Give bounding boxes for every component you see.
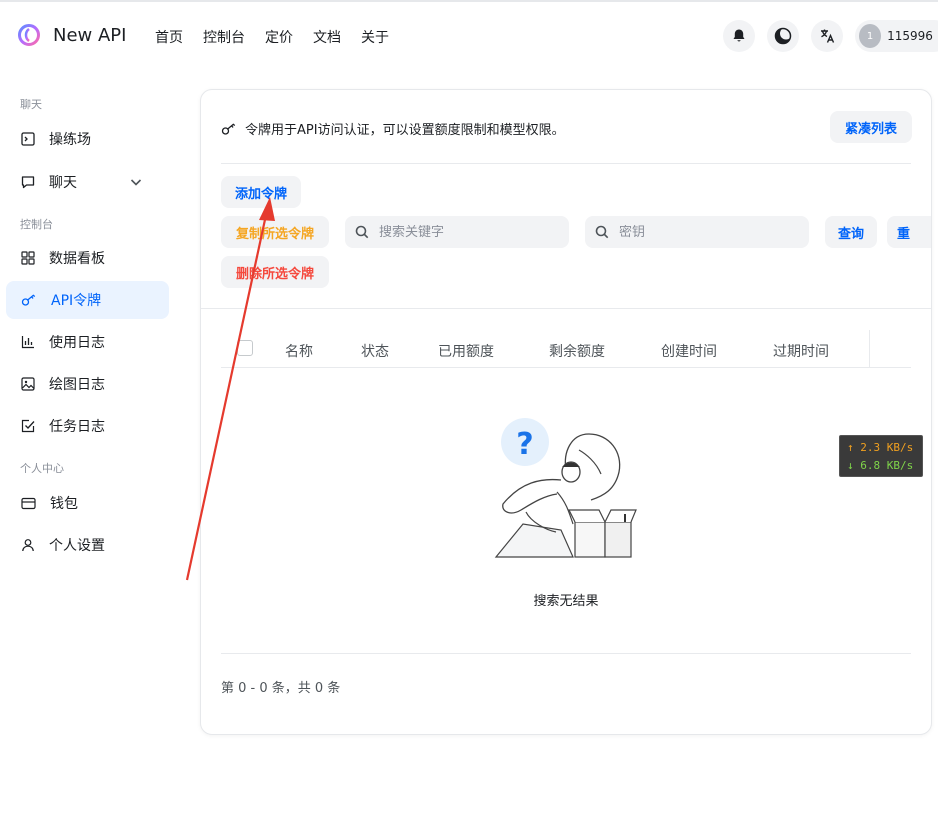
- column-name: 名称: [285, 344, 313, 360]
- svg-text:?: ?: [516, 427, 533, 462]
- nav-docs[interactable]: 文档: [313, 27, 341, 47]
- table-header: 名称 状态 已用额度 剩余额度 创建时间 过期时间: [221, 330, 911, 368]
- reset-button[interactable]: 重: [887, 216, 931, 248]
- sidebar-item-drawing-logs[interactable]: 绘图日志: [6, 365, 169, 403]
- empty-illustration: ?: [494, 418, 637, 558]
- divider: [201, 308, 931, 309]
- playground-icon: [21, 132, 35, 146]
- delete-selected-button[interactable]: 删除所选令牌: [221, 256, 329, 288]
- select-all-checkbox[interactable]: [237, 340, 253, 356]
- sidebar-item-chat[interactable]: 聊天: [6, 163, 169, 201]
- avatar: 1: [859, 24, 882, 48]
- add-token-button[interactable]: 添加令牌: [221, 176, 301, 208]
- top-nav: 首页 控制台 定价 文档 关于: [155, 27, 409, 47]
- notification-button[interactable]: [723, 20, 755, 52]
- sidebar-item-api-tokens[interactable]: API令牌: [6, 281, 169, 319]
- header: New API 首页 控制台 定价 文档 关于 1 115996: [0, 2, 938, 66]
- chat-icon: [21, 176, 35, 189]
- sidebar-item-dashboard[interactable]: 数据看板: [6, 239, 169, 277]
- theme-toggle-button[interactable]: [767, 20, 799, 52]
- column-status: 状态: [361, 344, 389, 360]
- sidebar-item-label: 数据看板: [49, 251, 105, 267]
- user-icon: [22, 539, 34, 552]
- search-input-wrap: [345, 216, 569, 248]
- chevron-down-icon[interactable]: [129, 175, 143, 189]
- sidebar-item-label: 任务日志: [49, 419, 105, 435]
- download-speed: ↓ 6.8 KB/s: [847, 459, 914, 472]
- sidebar-item-wallet[interactable]: 钱包: [6, 484, 169, 522]
- task-icon: [21, 419, 35, 433]
- section-console: 控制台: [20, 218, 53, 231]
- column-divider: [869, 330, 870, 368]
- section-personal: 个人中心: [20, 462, 64, 475]
- column-expire-time: 过期时间: [773, 344, 829, 360]
- empty-message: 搜索无结果: [533, 594, 599, 609]
- nav-console[interactable]: 控制台: [203, 27, 245, 47]
- section-chat: 聊天: [20, 98, 42, 111]
- bar-chart-icon: [21, 336, 34, 349]
- bell-icon: [733, 29, 745, 42]
- dashboard-icon: [21, 251, 35, 265]
- key-input[interactable]: [619, 224, 799, 240]
- translate-icon: [821, 29, 835, 43]
- sidebar-item-playground[interactable]: 操练场: [6, 120, 169, 158]
- copy-selected-button[interactable]: 复制所选令牌: [221, 216, 329, 248]
- pagination-info: 第 0 - 0 条，共 0 条: [221, 681, 341, 696]
- key-icon: [221, 123, 236, 135]
- username: 115996: [887, 29, 933, 43]
- sidebar-item-label: 使用日志: [49, 335, 105, 351]
- search-input[interactable]: [379, 224, 559, 240]
- sidebar-item-label: API令牌: [51, 293, 102, 309]
- language-button[interactable]: [811, 20, 843, 52]
- compact-list-button[interactable]: 紧凑列表: [830, 111, 912, 143]
- key-icon: [21, 294, 36, 306]
- image-icon: [21, 377, 35, 391]
- column-created-time: 创建时间: [661, 344, 717, 360]
- sidebar-item-personal-settings[interactable]: 个人设置: [6, 526, 169, 564]
- nav-home[interactable]: 首页: [155, 27, 183, 47]
- query-button[interactable]: 查询: [825, 216, 877, 248]
- sidebar-item-label: 操练场: [49, 132, 91, 148]
- column-used-quota: 已用额度: [438, 344, 494, 360]
- logo-icon: [18, 24, 40, 46]
- column-remaining-quota: 剩余额度: [549, 344, 605, 360]
- sidebar-item-label: 钱包: [50, 496, 78, 512]
- nav-pricing[interactable]: 定价: [265, 27, 293, 47]
- upload-speed: ↑ 2.3 KB/s: [847, 441, 914, 454]
- sidebar-item-label: 聊天: [49, 175, 77, 191]
- network-speed-widget: ↑ 2.3 KB/s ↓ 6.8 KB/s: [839, 435, 923, 477]
- nav-about[interactable]: 关于: [361, 27, 389, 47]
- search-icon: [355, 225, 369, 239]
- user-menu[interactable]: 1 115996: [855, 20, 938, 52]
- tokens-card: 令牌用于API访问认证，可以设置额度限制和模型权限。 紧凑列表 添加令牌 复制所…: [200, 89, 932, 735]
- description: 令牌用于API访问认证，可以设置额度限制和模型权限。: [221, 119, 565, 138]
- brand-name[interactable]: New API: [53, 25, 126, 46]
- wallet-icon: [21, 497, 36, 509]
- sidebar-item-label: 绘图日志: [49, 377, 105, 393]
- sidebar-item-label: 个人设置: [49, 538, 105, 554]
- sidebar-item-usage-logs[interactable]: 使用日志: [6, 323, 169, 361]
- divider: [221, 163, 911, 164]
- divider: [221, 653, 911, 654]
- moon-icon: [774, 27, 792, 45]
- description-text: 令牌用于API访问认证，可以设置额度限制和模型权限。: [245, 123, 565, 138]
- sidebar-item-task-logs[interactable]: 任务日志: [6, 407, 169, 445]
- search-icon: [595, 225, 609, 239]
- key-input-wrap: [585, 216, 809, 248]
